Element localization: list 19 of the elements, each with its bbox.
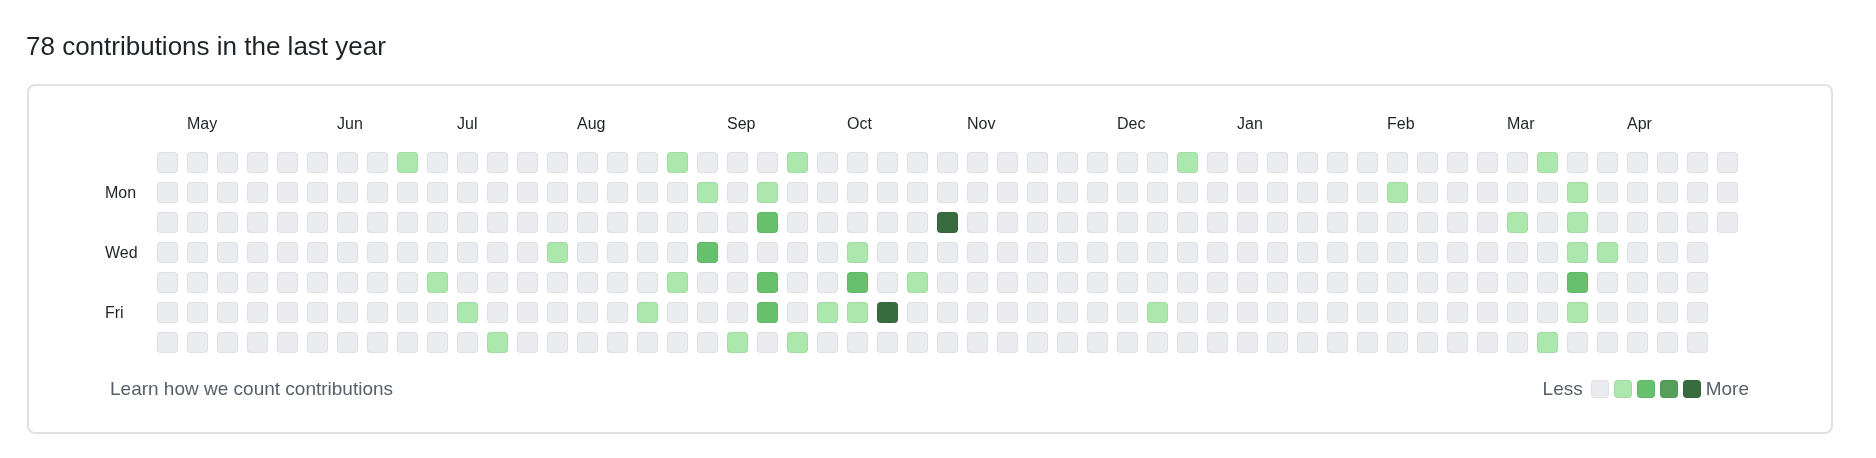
month-label: Oct [847,113,873,134]
learn-link[interactable]: Learn how we count contributions [110,374,394,404]
month-label: Sep [727,113,757,134]
month-label: Jul [457,113,479,134]
month-label: Jan [1237,113,1264,134]
month-label: Apr [1627,113,1653,134]
contributions-heading: 78 contributions in the last year [26,30,387,63]
legend-label: More [1705,376,1749,401]
weekday-label: Fri [105,302,125,323]
month-label: Nov [967,113,997,134]
month-label: Feb [1387,113,1416,134]
month-label: May [187,113,219,134]
weekday-label: Mon [105,182,138,203]
legend-label: Less [1542,376,1583,401]
month-label: Jun [337,113,364,134]
month-label: Aug [577,113,607,134]
weekday-label: Wed [105,242,139,263]
month-label: Mar [1507,113,1536,134]
month-label: Dec [1117,113,1147,134]
